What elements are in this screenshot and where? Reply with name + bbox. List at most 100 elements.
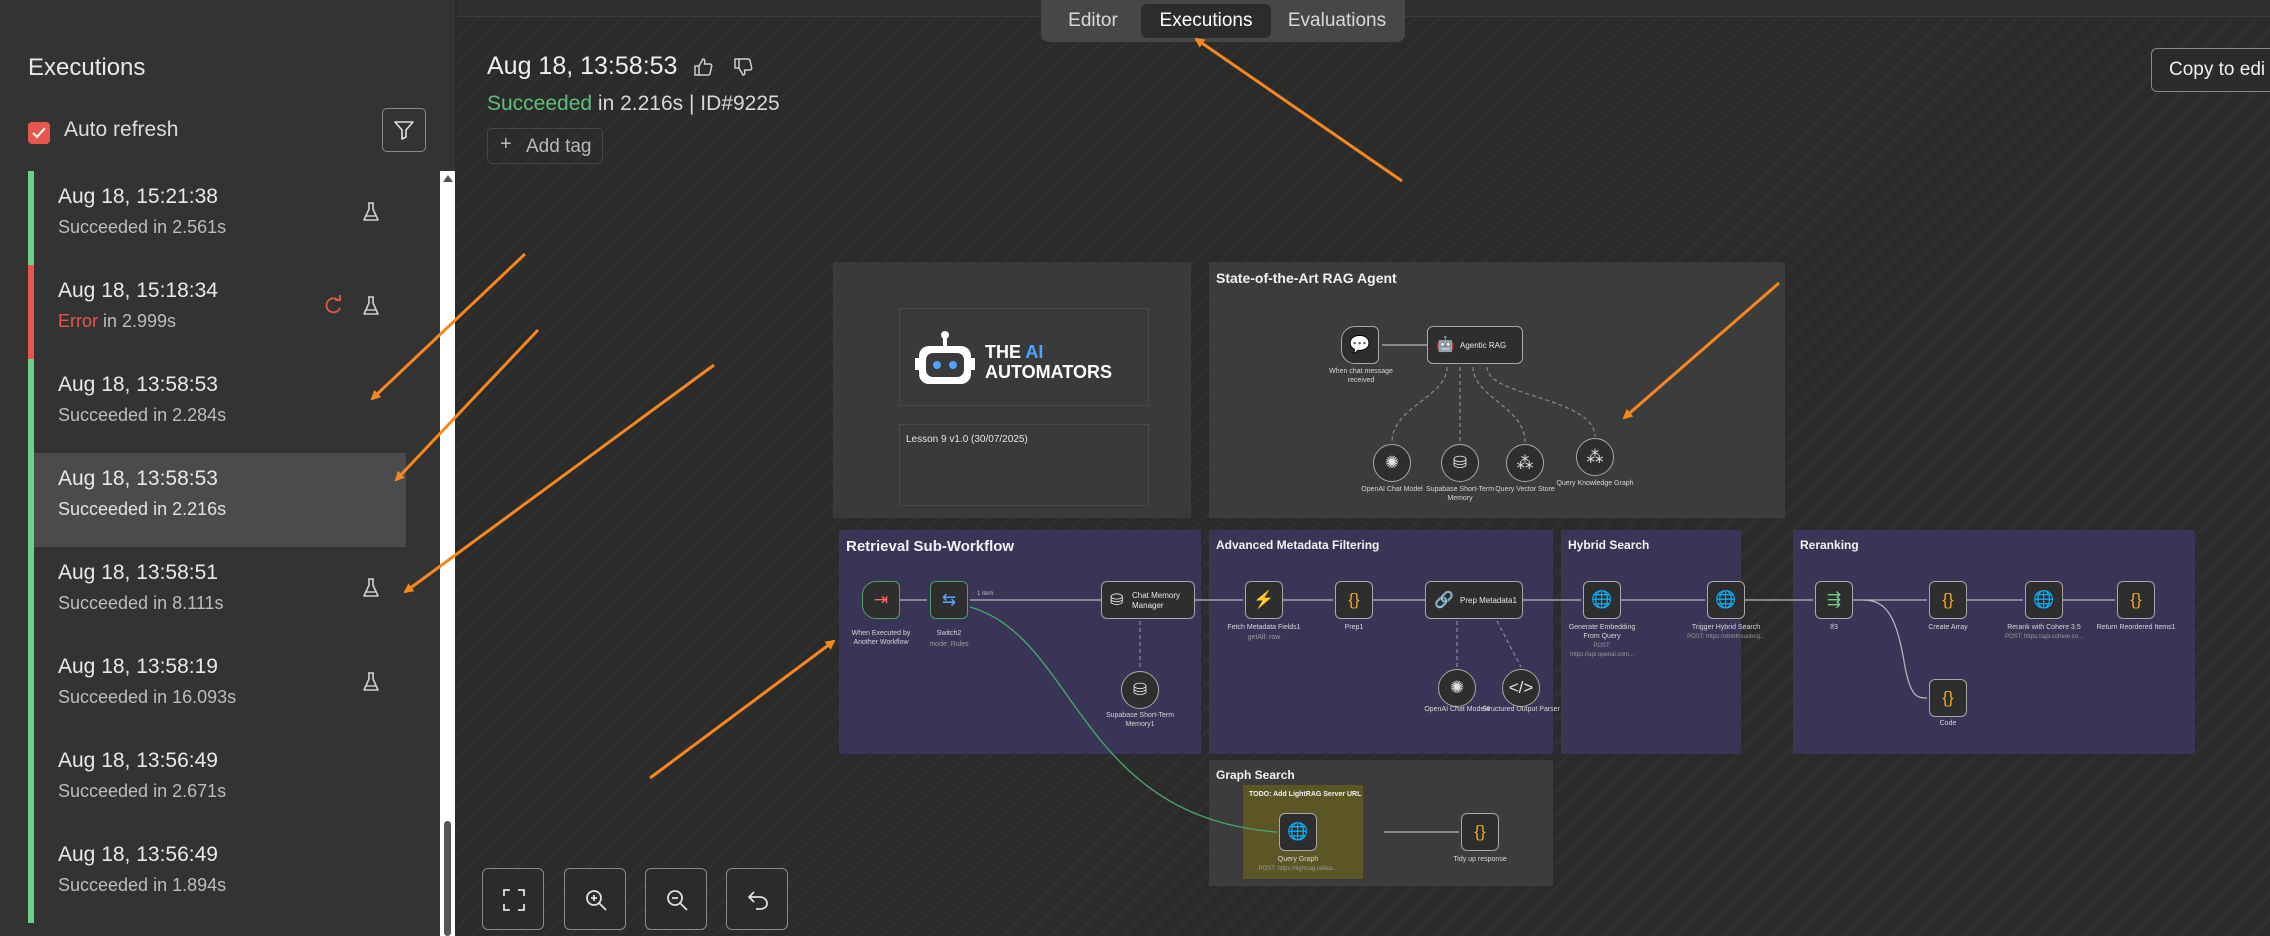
- execution-duration: in 2.671s: [148, 781, 227, 801]
- execution-date: Aug 18, 13:58:53: [58, 467, 218, 490]
- supabase-memory-node[interactable]: ⛁: [1121, 671, 1159, 709]
- execution-status: Succeeded in 1.894s: [58, 875, 226, 896]
- workflow-canvas[interactable]: THE AI AUTOMATORS Lesson 9 v1.0 (30/07/2…: [457, 17, 2270, 936]
- openai-chat-model-node[interactable]: ✺: [1438, 669, 1476, 707]
- execution-item[interactable]: Aug 18, 15:21:38 Succeeded in 2.561s: [28, 171, 406, 265]
- sidebar-title: Executions: [28, 54, 146, 81]
- chat-memory-manager-node[interactable]: Chat Memory Manager ⛁: [1101, 581, 1195, 619]
- globe-icon: 🌐: [1715, 590, 1737, 609]
- connections-layer: [900, 344, 2115, 833]
- node-label: Query Graph: [1277, 856, 1319, 863]
- return-reordered-node[interactable]: {}: [2117, 581, 2155, 619]
- execution-item[interactable]: Aug 18, 13:58:53 Succeeded in 2.284s: [28, 359, 406, 453]
- tidy-up-node[interactable]: {}: [1461, 813, 1499, 851]
- execution-date: Aug 18, 13:58:53: [58, 373, 218, 396]
- execution-status: Succeeded in 2.561s: [58, 217, 226, 238]
- node-label: If3: [1830, 624, 1838, 631]
- code-braces-icon: {}: [1474, 822, 1486, 841]
- zoom-out-icon: [667, 890, 688, 911]
- zoom-out-button[interactable]: [645, 868, 707, 930]
- tab-executions[interactable]: Executions: [1141, 4, 1271, 38]
- scrollbar-thumb[interactable]: [444, 821, 451, 936]
- fit-view-button[interactable]: [482, 868, 544, 930]
- add-tag-button[interactable]: + Add tag: [487, 128, 603, 164]
- code-node[interactable]: {}: [1929, 679, 1967, 717]
- agentic-rag-node[interactable]: Agentic RAG 🤖: [1427, 326, 1523, 364]
- query-vector-store-node[interactable]: ⁂: [1506, 444, 1544, 482]
- undo-icon: [748, 891, 768, 910]
- thumbs-down-icon[interactable]: [732, 56, 754, 78]
- node-label: Trigger Hybrid Search: [1691, 624, 1761, 631]
- node-sublabel: POST: https://api.openai.com...: [1570, 643, 1634, 658]
- auto-refresh-checkbox[interactable]: [28, 122, 50, 144]
- status-word: Succeeded: [58, 593, 149, 613]
- trigger-hybrid-search-node[interactable]: 🌐: [1707, 581, 1745, 619]
- tab-editor[interactable]: Editor: [1049, 4, 1137, 38]
- node-label: Code: [1939, 720, 1957, 727]
- check-icon: [32, 127, 46, 139]
- status-word: Succeeded: [58, 781, 149, 801]
- plus-icon: +: [500, 133, 512, 155]
- query-knowledge-graph-node[interactable]: ⁂: [1576, 438, 1614, 476]
- node-label: Query Knowledge Graph: [1556, 480, 1634, 487]
- openai-chat-model-node[interactable]: ✺: [1373, 444, 1411, 482]
- prep-node[interactable]: {}: [1335, 581, 1373, 619]
- generate-embedding-node[interactable]: 🌐: [1583, 581, 1621, 619]
- execution-status: Succeeded in 2.216s: [58, 499, 226, 520]
- create-array-node[interactable]: {}: [1929, 581, 1967, 619]
- openai-icon: ✺: [1449, 678, 1465, 697]
- items-label: 1 item: [977, 591, 994, 597]
- globe-icon: 🌐: [1591, 590, 1613, 609]
- query-graph-node[interactable]: 🌐: [1279, 813, 1317, 851]
- node-label: Generate Embedding From Query: [1568, 624, 1636, 640]
- chat-trigger-node[interactable]: 💬: [1341, 326, 1379, 364]
- execute-workflow-trigger-node[interactable]: ⇥: [862, 581, 900, 619]
- execution-item[interactable]: Aug 18, 13:56:49 Succeeded in 1.894s: [28, 829, 406, 923]
- flask-icon[interactable]: [361, 295, 381, 317]
- code-braces-icon: {}: [1942, 590, 1954, 609]
- prep-metadata-node[interactable]: Prep Metadata1 🔗: [1425, 581, 1523, 619]
- fetch-metadata-node[interactable]: ⚡: [1245, 581, 1283, 619]
- structured-output-parser-node[interactable]: </>: [1502, 669, 1540, 707]
- sidebar-scrollbar[interactable]: [440, 171, 455, 936]
- auto-refresh-label[interactable]: Auto refresh: [64, 118, 178, 142]
- execution-item-selected[interactable]: Aug 18, 13:58:53 Succeeded in 2.216s: [28, 453, 406, 547]
- scroll-up-arrow[interactable]: [443, 175, 453, 182]
- execution-duration: in 8.111s: [148, 593, 224, 613]
- execution-date: Aug 18, 15:21:38: [58, 185, 218, 208]
- copy-to-editor-button[interactable]: Copy to edi: [2151, 48, 2270, 92]
- flask-icon[interactable]: [361, 201, 381, 223]
- if-icon: ⇶: [1826, 590, 1842, 609]
- execution-item[interactable]: Aug 18, 13:58:51 Succeeded in 8.111s: [28, 547, 406, 641]
- code-icon: </>: [1508, 678, 1534, 697]
- reset-zoom-button[interactable]: [726, 868, 788, 930]
- execution-status: Error in 2.999s: [58, 311, 176, 332]
- rerank-cohere-node[interactable]: 🌐: [2025, 581, 2063, 619]
- node-label: Query Vector Store: [1495, 486, 1555, 493]
- flask-icon[interactable]: [361, 577, 381, 599]
- node-sublabel: mode: Rules: [929, 641, 969, 648]
- status-word: Succeeded: [58, 405, 149, 425]
- code-braces-icon: {}: [2130, 590, 2142, 609]
- graph-icon: ⁂: [1586, 447, 1604, 466]
- execution-status: Succeeded in 2.284s: [58, 405, 226, 426]
- code-braces-icon: {}: [1942, 688, 1954, 707]
- thumbs-up-icon[interactable]: [692, 56, 714, 78]
- if-node[interactable]: ⇶: [1815, 581, 1853, 619]
- execution-summary: Succeeded in 2.216s | ID#9225: [487, 92, 780, 116]
- tab-evaluations[interactable]: Evaluations: [1275, 4, 1399, 38]
- execution-item[interactable]: Aug 18, 15:18:34 Error in 2.999s: [28, 265, 406, 359]
- switch-node[interactable]: ⇆: [930, 581, 968, 619]
- execution-date: Aug 18, 13:58:51: [58, 561, 218, 584]
- flask-icon[interactable]: [361, 671, 381, 693]
- chat-icon: 💬: [1349, 335, 1371, 354]
- zoom-in-button[interactable]: [564, 868, 626, 930]
- filter-button[interactable]: [382, 108, 426, 152]
- zoom-in-icon: [586, 890, 607, 911]
- execution-item[interactable]: Aug 18, 13:56:49 Succeeded in 2.671s: [28, 735, 406, 829]
- retry-icon[interactable]: [324, 295, 344, 315]
- execution-list: Aug 18, 15:21:38 Succeeded in 2.561s Aug…: [28, 171, 406, 936]
- execution-title: Aug 18, 13:58:53: [487, 52, 678, 80]
- execution-item[interactable]: Aug 18, 13:58:19 Succeeded in 16.093s: [28, 641, 406, 735]
- supabase-memory-node[interactable]: ⛁: [1441, 444, 1479, 482]
